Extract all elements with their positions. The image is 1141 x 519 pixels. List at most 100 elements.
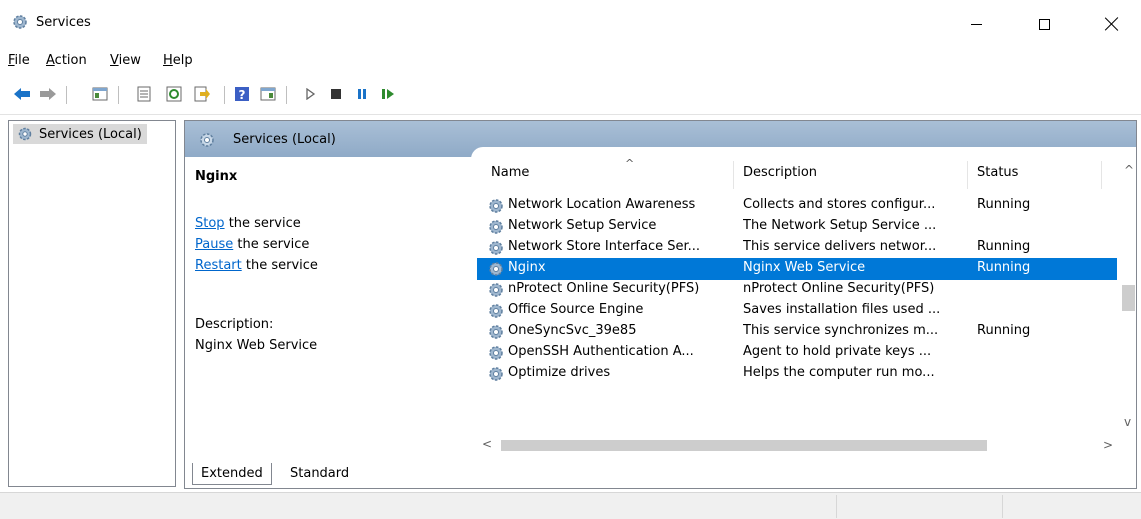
export-list-icon — [194, 86, 210, 102]
action-pane-button[interactable] — [258, 83, 278, 105]
service-name: Office Source Engine — [508, 302, 644, 317]
column-divider[interactable] — [967, 161, 968, 189]
properties-button[interactable] — [134, 83, 154, 105]
column-divider[interactable] — [1101, 161, 1102, 189]
service-row[interactable]: nProtect Online Security(PFS) nProtect On… — [477, 279, 1117, 301]
toolbar-separator — [224, 86, 225, 104]
menu-action-mnemonic: A — [46, 53, 55, 68]
svg-text:?: ? — [239, 88, 246, 102]
service-name: nProtect Online Security(PFS) — [508, 281, 700, 296]
tab-standard[interactable]: Standard — [282, 463, 357, 485]
service-status: Running — [977, 197, 1031, 212]
tab-extended-label: Extended — [201, 466, 263, 481]
column-header-status[interactable]: Status — [977, 165, 1018, 187]
restart-action: Restart the service — [195, 255, 318, 276]
refresh-icon — [166, 86, 182, 102]
minimize-icon — [970, 23, 982, 25]
services-gear-icon — [13, 15, 27, 29]
service-status: Running — [977, 260, 1031, 275]
back-button[interactable] — [12, 83, 32, 105]
pause-service-button[interactable] — [352, 83, 372, 105]
menu-help[interactable]: Help — [163, 53, 193, 68]
view-tabs: Extended Standard — [184, 460, 1137, 490]
service-description: This service delivers networ... — [743, 239, 937, 254]
minimize-button[interactable] — [953, 0, 999, 48]
service-gear-icon — [487, 365, 505, 387]
column-header-description-label: Description — [743, 165, 818, 180]
export-list-button[interactable] — [192, 83, 212, 105]
sort-ascending-icon: ^ — [625, 157, 635, 170]
pane-title: Services (Local) — [233, 132, 336, 147]
forward-arrow-icon — [40, 88, 56, 100]
service-name: Network Location Awareness — [508, 197, 696, 212]
console-tree: Services (Local) — [8, 120, 176, 487]
menu-file[interactable]: File — [8, 53, 30, 68]
service-status: Running — [977, 323, 1031, 338]
service-row[interactable]: Network Store Interface Ser... This servi… — [477, 237, 1117, 259]
column-header-name[interactable]: ^ Name — [491, 157, 634, 187]
pause-service-link[interactable]: Pause — [195, 237, 233, 252]
description-label: Description: — [195, 317, 274, 332]
scroll-left-icon[interactable]: < — [482, 437, 492, 451]
restart-action-text: the service — [241, 258, 318, 273]
status-divider — [1002, 495, 1003, 518]
show-hide-console-tree-icon — [92, 87, 108, 101]
extended-detail-panel: Nginx Stop the service Pause the service… — [185, 157, 471, 462]
service-row[interactable]: Nginx Nginx Web Service Running — [477, 258, 1117, 280]
stop-service-link[interactable]: Stop — [195, 216, 225, 231]
toolbar-separator — [118, 86, 119, 104]
properties-icon — [137, 86, 151, 102]
service-row[interactable]: Office Source Engine Saves installation f… — [477, 300, 1117, 322]
refresh-button[interactable] — [164, 83, 184, 105]
menu-view-mnemonic: V — [110, 53, 119, 68]
pause-service-icon — [358, 89, 366, 99]
tree-item-label: Services (Local) — [39, 126, 142, 142]
service-row[interactable]: Network Setup Service The Network Setup S… — [477, 216, 1117, 238]
forward-button[interactable] — [38, 83, 58, 105]
restart-service-link[interactable]: Restart — [195, 258, 242, 273]
service-name: Network Setup Service — [508, 218, 657, 233]
tab-extended[interactable]: Extended — [192, 463, 272, 485]
service-row[interactable]: OneSyncSvc_39e85 This service synchronize… — [477, 321, 1117, 343]
scroll-down-icon[interactable]: v — [1124, 415, 1131, 429]
service-row[interactable]: OpenSSH Authentication A... Agent to hold… — [477, 342, 1117, 364]
scroll-up-icon[interactable]: ^ — [1124, 163, 1134, 177]
service-description: Nginx Web Service — [743, 260, 866, 275]
horizontal-scroll-thumb[interactable] — [501, 440, 987, 451]
service-description: Helps the computer run mo... — [743, 365, 935, 380]
title-bar: Services — [0, 0, 1141, 48]
service-row[interactable]: Network Location Awareness Collects and s… — [477, 195, 1117, 217]
stop-service-icon — [331, 89, 341, 99]
menu-help-mnemonic: H — [163, 53, 173, 68]
column-divider[interactable] — [733, 161, 734, 189]
restart-service-icon — [382, 89, 394, 99]
vertical-scrollbar[interactable]: ^ v — [1120, 157, 1136, 435]
scroll-right-icon[interactable]: > — [1103, 438, 1113, 452]
help-button[interactable]: ? — [232, 83, 252, 105]
horizontal-scrollbar[interactable]: < > — [477, 437, 1120, 454]
menu-action[interactable]: Action — [46, 53, 87, 68]
tree-item-services-local[interactable]: Services (Local) — [13, 124, 147, 144]
vertical-scroll-thumb[interactable] — [1122, 285, 1135, 311]
restart-service-button[interactable] — [378, 83, 398, 105]
service-description: Agent to hold private keys ... — [743, 344, 932, 359]
stop-service-button[interactable] — [326, 83, 346, 105]
start-service-button[interactable] — [300, 83, 320, 105]
menu-view[interactable]: View — [110, 53, 141, 68]
close-icon — [1105, 17, 1119, 31]
service-name: Nginx — [508, 260, 546, 275]
maximize-button[interactable] — [1021, 0, 1067, 48]
action-pane-icon — [260, 87, 276, 101]
service-row[interactable]: Optimize drives Helps the computer run mo… — [477, 363, 1117, 385]
back-arrow-icon — [14, 88, 30, 100]
service-description: This service synchronizes m... — [743, 323, 939, 338]
column-header-description[interactable]: Description — [743, 165, 817, 187]
column-header-name-label: Name — [491, 165, 530, 180]
console-tree-button[interactable] — [90, 83, 110, 105]
service-name: OpenSSH Authentication A... — [508, 344, 694, 359]
close-button[interactable] — [1089, 0, 1135, 48]
stop-action-text: the service — [224, 216, 301, 231]
menu-bar: File Action View Help — [0, 48, 1141, 76]
column-header-status-label: Status — [977, 165, 1019, 180]
status-bar — [0, 492, 1141, 519]
